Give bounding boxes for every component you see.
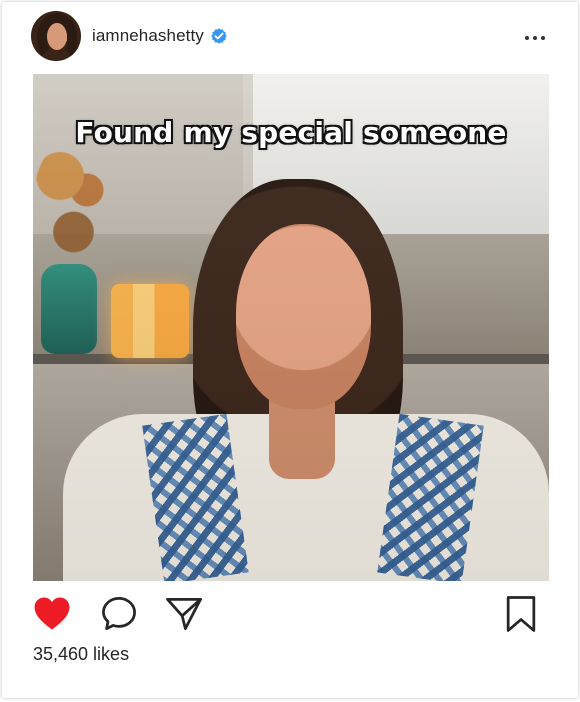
share-icon[interactable]: [162, 592, 206, 636]
photo-overlay: [33, 74, 549, 581]
more-options-button[interactable]: [523, 27, 549, 47]
verified-badge-icon: [211, 28, 227, 44]
heart-icon[interactable]: [30, 592, 74, 636]
post-image: Found my special someone: [33, 74, 549, 581]
username-link[interactable]: iamnehashetty: [92, 26, 204, 46]
more-dot: [541, 36, 545, 40]
profile-avatar[interactable]: [31, 11, 81, 61]
likes-count[interactable]: 35,460 likes: [33, 644, 129, 665]
avatar-face: [47, 23, 67, 50]
instagram-post-card: iamnehashetty Found my special someone 3…: [2, 2, 578, 698]
more-dot: [525, 36, 529, 40]
post-header: iamnehashetty: [2, 2, 578, 72]
username-row: iamnehashetty: [92, 25, 228, 47]
comment-icon[interactable]: [97, 592, 141, 636]
image-overlay-text: Found my special someone: [75, 116, 507, 149]
more-dot: [533, 36, 537, 40]
bookmark-icon[interactable]: [499, 592, 543, 636]
post-actions-bar: [2, 592, 578, 642]
